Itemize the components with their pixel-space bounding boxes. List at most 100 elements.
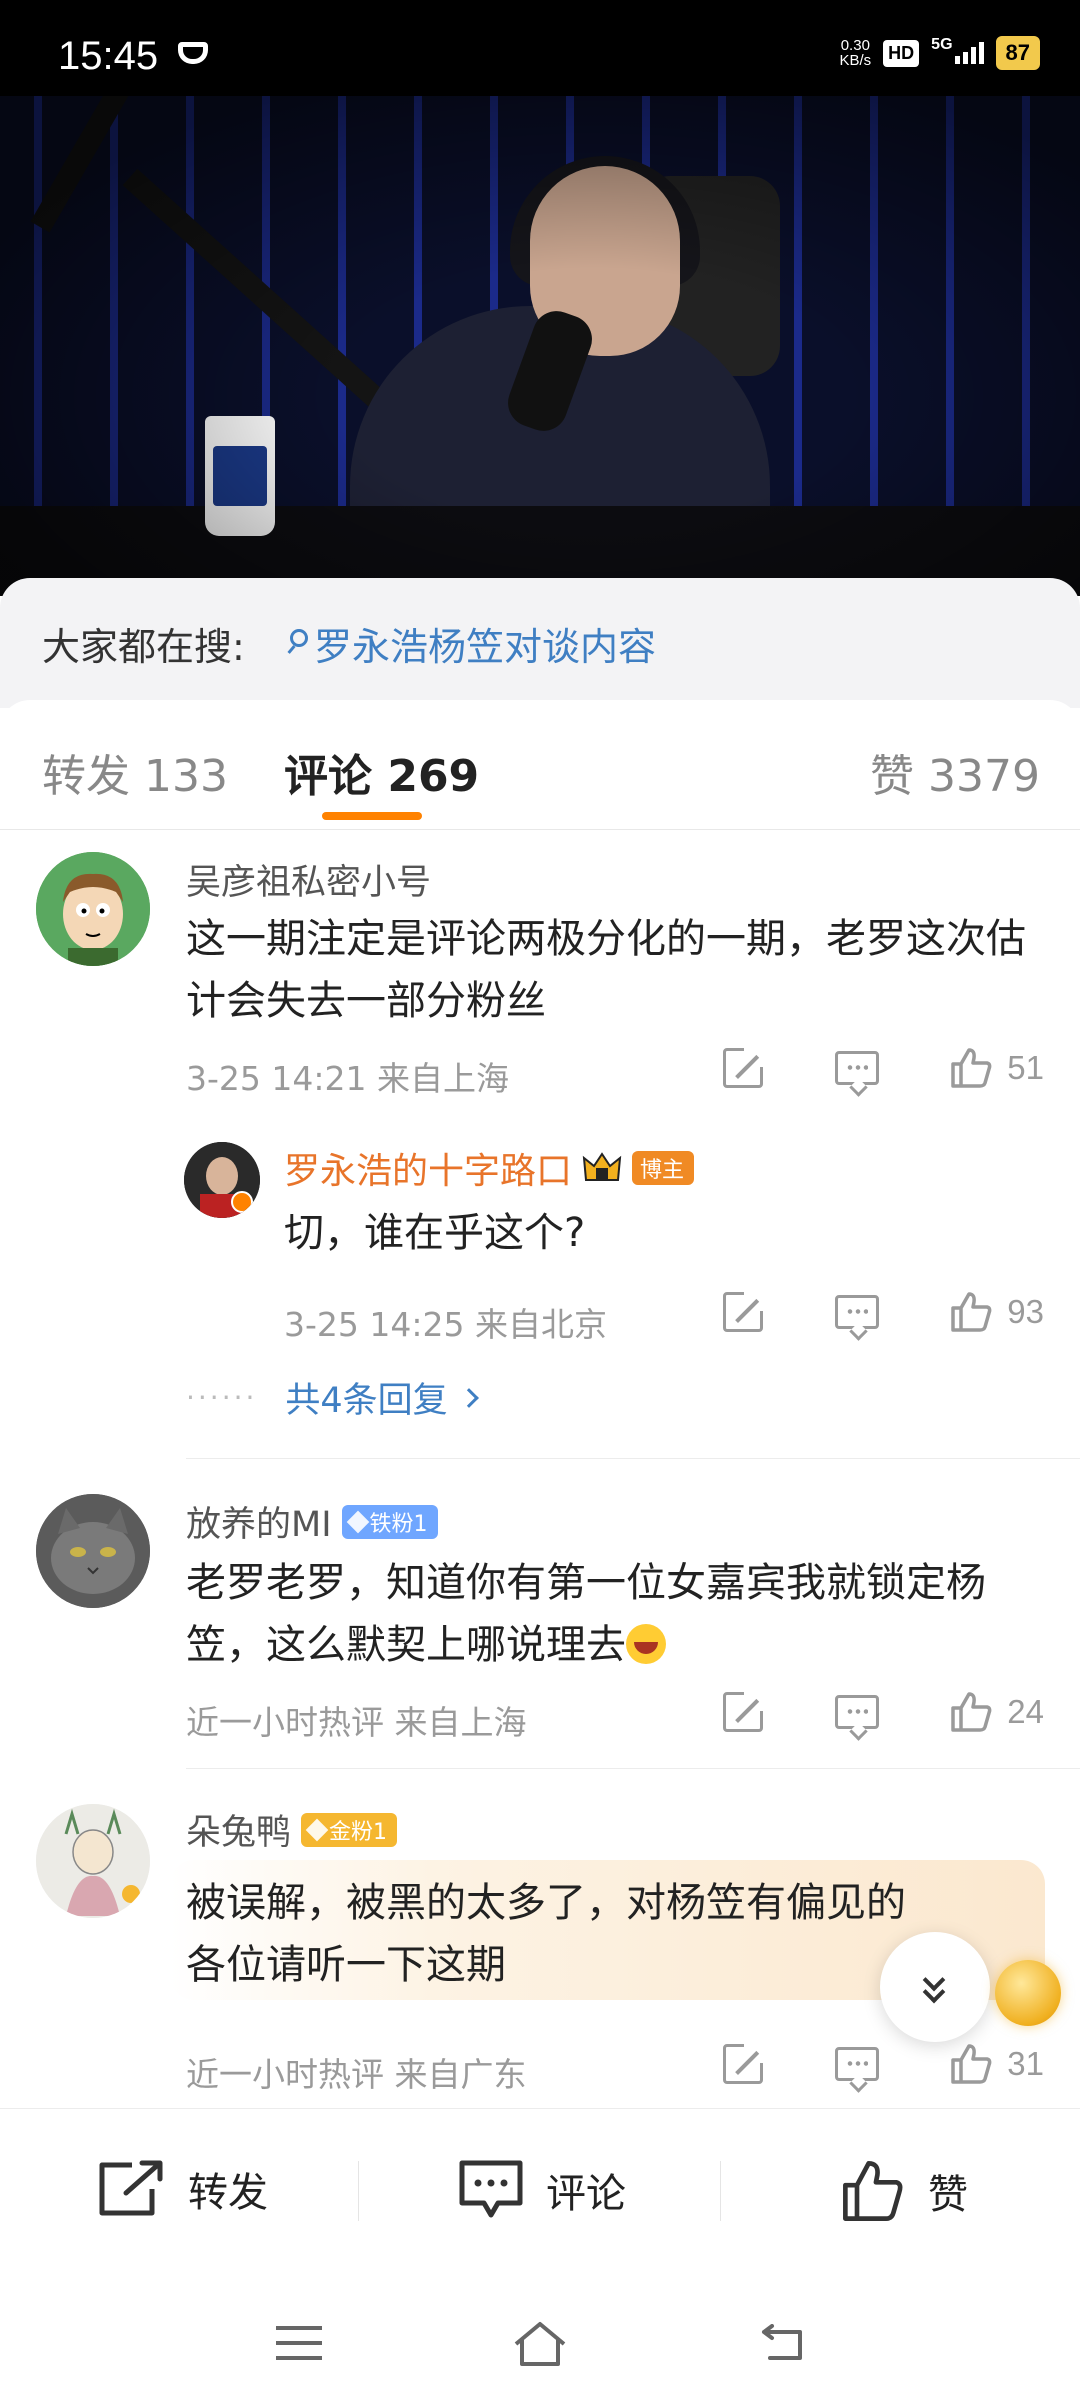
- comment-username-row: 朵兔鸭 金粉1: [186, 1804, 398, 1855]
- trending-search-link[interactable]: 罗永浩杨笠对谈内容: [290, 616, 656, 671]
- thumbs-up-icon: [949, 2042, 993, 2086]
- reply-actions: 93: [723, 1289, 1044, 1334]
- like-button[interactable]: 93: [949, 1290, 1044, 1334]
- cartoon-avatar-icon: [36, 852, 150, 966]
- like-button[interactable]: 赞: [840, 2159, 968, 2223]
- trending-search-bar: 大家都在搜: 罗永浩杨笠对谈内容: [0, 578, 1080, 708]
- reply-button[interactable]: [835, 1295, 880, 1329]
- fan-level-label: 铁粉1: [369, 1511, 428, 1537]
- like-count: 31: [1007, 2045, 1044, 2082]
- reply-text: 切，谁在乎这个?: [284, 1210, 586, 1256]
- comment-icon: [835, 2047, 880, 2081]
- share-icon: [723, 2041, 767, 2084]
- like-count: 51: [1007, 1049, 1044, 1086]
- avatar[interactable]: [36, 852, 150, 966]
- tab-repost[interactable]: 转发 133: [42, 740, 228, 804]
- reply-button[interactable]: [835, 1051, 880, 1085]
- fan-level-badge: 金粉1: [301, 1812, 398, 1847]
- tab-like-count: 3379: [928, 751, 1040, 802]
- comment-text: 被误解，被黑的太多了，对杨笠有偏见的各位请听一下这期: [186, 1880, 906, 1988]
- crown-icon: [582, 1152, 622, 1181]
- more-replies-link[interactable]: ······ 共4条回复: [186, 1372, 479, 1423]
- battery-icon: 87: [995, 36, 1040, 70]
- share-icon: [99, 2160, 163, 2216]
- like-count: 93: [1007, 1293, 1044, 1330]
- comment-icon: [835, 1051, 880, 1085]
- diamond-icon: [305, 1818, 329, 1841]
- detail-tabs: 转发 133 评论 269 赞 3379: [0, 700, 1080, 830]
- thumbs-up-icon: [843, 2161, 903, 2221]
- repost-label: 转发: [188, 2170, 268, 2216]
- blogger-avatar-icon: [184, 1142, 260, 1218]
- thumbs-up-icon: [949, 1046, 993, 1090]
- comment-actions: 31: [723, 2041, 1044, 2086]
- diamond-icon: [346, 1510, 369, 1533]
- share-button[interactable]: [723, 2041, 767, 2084]
- comment-username[interactable]: 朵兔鸭: [186, 1804, 291, 1855]
- reply-button[interactable]: [835, 1695, 880, 1729]
- share-button[interactable]: [723, 1289, 767, 1332]
- dots-icon: ······: [186, 1381, 258, 1414]
- status-time: 15:45: [58, 34, 159, 78]
- home-icon[interactable]: [512, 2320, 568, 2368]
- comment-username[interactable]: 放养的MI: [186, 1496, 332, 1547]
- like-label: 赞: [928, 2172, 968, 2218]
- comment-text-body: 老罗老罗，知道你有第一位女嘉宾我就锁定杨笠，这么默契上哪说理去: [186, 1560, 986, 1668]
- bottom-action-bar: 转发 评论 赞: [0, 2108, 1080, 2280]
- tab-like-label: 赞: [870, 751, 915, 802]
- network-type: 5G: [931, 36, 953, 53]
- scroll-down-button[interactable]: [880, 1932, 990, 2042]
- avatar[interactable]: [36, 1494, 150, 1608]
- notification-icon: [178, 42, 208, 64]
- avatar[interactable]: [184, 1142, 260, 1218]
- menu-icon[interactable]: [276, 2326, 322, 2360]
- cat-avatar-icon: [36, 1494, 150, 1608]
- hd-icon: HD: [883, 39, 920, 67]
- video-player[interactable]: [0, 96, 1080, 596]
- video-vignette: [0, 96, 1080, 596]
- share-icon: [723, 1689, 767, 1732]
- net-speed: 0.30 KB/s: [839, 38, 871, 68]
- like-button[interactable]: 24: [949, 1690, 1044, 1734]
- back-icon[interactable]: [756, 2324, 806, 2364]
- more-replies-label: 共4条回复: [285, 1381, 448, 1421]
- tab-like[interactable]: 赞 3379: [870, 740, 1040, 804]
- comment-username-row: 放养的MI 铁粉1: [186, 1496, 438, 1547]
- system-nav-bar: [0, 2280, 1080, 2400]
- signal-icon: [954, 42, 984, 64]
- like-button[interactable]: 31: [949, 2042, 1044, 2086]
- reply-username[interactable]: 罗永浩的十字路口: [284, 1142, 572, 1194]
- chevron-right-icon: [458, 1387, 479, 1408]
- like-count: 24: [1007, 1693, 1044, 1730]
- repost-button[interactable]: 转发: [96, 2159, 268, 2219]
- blogger-badge: 博主: [632, 1151, 695, 1185]
- comment-button[interactable]: 评论: [458, 2159, 626, 2221]
- reply-meta: 3-25 14:25 来自北京: [284, 1305, 607, 1344]
- comment-text: 老罗老罗，知道你有第一位女嘉宾我就锁定杨笠，这么默契上哪说理去: [186, 1552, 1046, 1676]
- share-icon: [723, 1289, 767, 1332]
- divider: [186, 1458, 1080, 1459]
- comment-text: 这一期注定是评论两极分化的一期，老罗这次估计会失去一部分粉丝: [186, 916, 1026, 1024]
- comment-meta: 3-25 14:21 来自上海: [186, 1059, 509, 1098]
- net-speed-unit: KB/s: [839, 52, 872, 69]
- reward-coin-icon[interactable]: [995, 1960, 1061, 2026]
- grin-emoji-icon: [626, 1624, 666, 1664]
- net-speed-value: 0.30: [840, 37, 870, 54]
- reply-username-row: 罗永浩的十字路口 博主: [284, 1142, 695, 1194]
- comment-icon: [835, 1695, 880, 1729]
- tab-comment[interactable]: 评论 269: [284, 740, 479, 804]
- tab-repost-count: 133: [144, 751, 228, 802]
- share-button[interactable]: [723, 1045, 767, 1088]
- comment-icon: [835, 1295, 880, 1329]
- tab-comment-count: 269: [387, 751, 480, 802]
- tab-comment-label: 评论: [284, 751, 372, 802]
- avatar[interactable]: [36, 1804, 150, 1918]
- reply-button[interactable]: [835, 2047, 880, 2081]
- comment-username[interactable]: 吴彦祖私密小号: [186, 854, 431, 905]
- trending-search-label: 大家都在搜:: [42, 625, 245, 669]
- like-button[interactable]: 51: [949, 1046, 1044, 1090]
- comment-actions: 51: [723, 1045, 1044, 1090]
- status-bar: 15:45 0.30 KB/s HD 5G 87: [0, 0, 1080, 96]
- share-button[interactable]: [723, 1689, 767, 1732]
- share-icon: [723, 1045, 767, 1088]
